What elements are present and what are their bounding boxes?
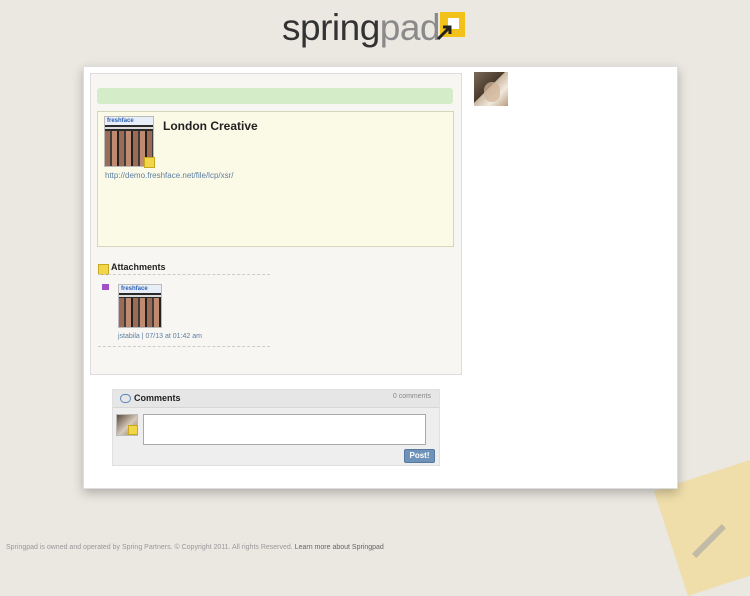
note-body: freshface London Creative http://demo.fr… (97, 111, 454, 247)
note-title[interactable]: London Creative (163, 119, 258, 133)
thumb-strip (105, 127, 153, 129)
thumb-header: freshface (105, 117, 153, 125)
main-panel: freshface London Creative http://demo.fr… (83, 66, 678, 489)
comments-heading: Comments (134, 393, 181, 403)
post-button[interactable]: Post! (404, 449, 435, 463)
thumb-header-label: freshface (107, 118, 134, 124)
thumb-header-label: freshface (121, 286, 148, 292)
attachment-meta[interactable]: jstabila | 07/13 at 01:42 am (118, 333, 202, 340)
speech-bubble-icon (120, 394, 131, 403)
user-avatar[interactable] (474, 72, 508, 106)
attachments-heading: Attachments (111, 262, 166, 272)
comments-section: Comments 0 comments Post! (112, 389, 440, 466)
yellow-square-arrow-icon (436, 12, 465, 41)
comments-header: Comments 0 comments (113, 390, 439, 408)
purple-file-icon (102, 284, 109, 290)
note-card: freshface London Creative http://demo.fr… (90, 73, 462, 375)
note-link[interactable]: http://demo.freshface.net/file/lcp/xsr/ (105, 171, 234, 180)
logo-word-spring: spring (282, 7, 380, 48)
logo-wordmark: springpad (282, 7, 441, 48)
comment-input[interactable] (143, 414, 426, 445)
footer: Springpad is owned and operated by Sprin… (6, 544, 384, 551)
divider (98, 346, 270, 347)
comments-count: 0 comments (392, 393, 431, 400)
status-bar (97, 88, 453, 104)
sticky-note-icon (128, 425, 138, 435)
learn-more-link[interactable]: Learn more about Springpad (295, 544, 384, 551)
logo-word-pad: pad (379, 7, 441, 48)
divider (98, 274, 270, 275)
footer-text: Springpad is owned and operated by Sprin… (6, 544, 293, 551)
sticky-note-icon (144, 157, 155, 168)
thumb-header: freshface (119, 285, 161, 293)
attachment-thumbnail[interactable]: freshface (118, 284, 162, 328)
thumb-photos (119, 298, 161, 327)
thumb-strip (119, 295, 161, 297)
